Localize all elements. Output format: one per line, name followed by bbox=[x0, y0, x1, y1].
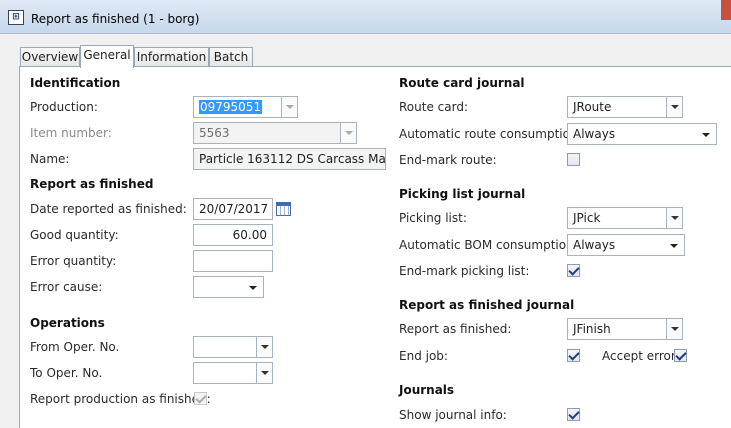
item-number-dropdown-button bbox=[340, 123, 356, 143]
name-field: Particle 163112 DS Carcass Matt MI bbox=[193, 148, 386, 170]
end-mark-route-label: End-mark route: bbox=[399, 153, 497, 167]
from-oper-dropdown-button[interactable] bbox=[256, 337, 272, 357]
auto-bom-consumption-label: Automatic BOM consumption: bbox=[399, 238, 578, 252]
report-as-finished-heading: Report as finished bbox=[30, 177, 154, 191]
end-mark-picking-label: End-mark picking list: bbox=[399, 264, 530, 278]
route-card-dropdown-button[interactable] bbox=[666, 97, 682, 117]
production-field[interactable]: 09795051 bbox=[193, 96, 298, 118]
window-title: Report as finished (1 - borg) bbox=[31, 12, 200, 26]
identification-heading: Identification bbox=[30, 76, 121, 90]
end-mark-picking-checkbox[interactable] bbox=[567, 264, 580, 277]
to-oper-dropdown-button[interactable] bbox=[256, 363, 272, 383]
date-reported-label: Date reported as finished: bbox=[30, 202, 187, 216]
report-finished-journal-heading: Report as finished journal bbox=[399, 298, 575, 312]
auto-route-consumption-select[interactable]: Always bbox=[567, 123, 717, 145]
picking-list-dropdown-button[interactable] bbox=[666, 208, 682, 228]
form-icon: ⊞ bbox=[8, 10, 24, 25]
to-oper-label: To Oper. No. bbox=[30, 366, 103, 380]
error-cause-label: Error cause: bbox=[30, 280, 103, 294]
from-oper-label: From Oper. No. bbox=[30, 340, 120, 354]
report-finished-dropdown-button[interactable] bbox=[666, 319, 682, 339]
error-cause-select[interactable] bbox=[193, 276, 264, 298]
end-job-label: End job: bbox=[399, 349, 448, 363]
from-oper-field[interactable] bbox=[193, 336, 273, 358]
auto-bom-consumption-select[interactable]: Always bbox=[567, 234, 685, 256]
end-mark-route-checkbox[interactable] bbox=[567, 153, 580, 166]
window-title-bar: ⊞ Report as finished (1 - borg) bbox=[0, 0, 731, 34]
calendar-icon[interactable] bbox=[276, 202, 291, 216]
accept-error-label: Accept error: bbox=[602, 349, 680, 363]
picking-list-label: Picking list: bbox=[399, 211, 467, 225]
report-finished-field[interactable]: JFinish bbox=[567, 318, 683, 340]
route-card-journal-heading: Route card journal bbox=[399, 76, 525, 90]
tab-information[interactable]: Information bbox=[134, 47, 209, 67]
to-oper-field[interactable] bbox=[193, 362, 273, 384]
item-number-field: 5563 bbox=[193, 122, 357, 144]
tab-batch[interactable]: Batch bbox=[209, 47, 253, 67]
show-journal-info-checkbox[interactable] bbox=[567, 408, 580, 421]
good-quantity-label: Good quantity: bbox=[30, 228, 119, 242]
journals-heading: Journals bbox=[399, 383, 455, 397]
production-label: Production: bbox=[30, 100, 98, 114]
picking-list-value: JPick bbox=[573, 211, 601, 225]
report-production-checkbox bbox=[194, 392, 207, 405]
picking-list-journal-heading: Picking list journal bbox=[399, 187, 526, 201]
operations-heading: Operations bbox=[30, 316, 105, 330]
show-journal-info-label: Show journal info: bbox=[399, 408, 507, 422]
production-dropdown-button[interactable] bbox=[281, 97, 297, 117]
picking-list-field[interactable]: JPick bbox=[567, 207, 683, 229]
date-reported-field[interactable]: 20/07/2017 bbox=[193, 198, 273, 220]
tab-general[interactable]: General bbox=[80, 45, 134, 68]
accept-error-checkbox[interactable] bbox=[674, 349, 687, 362]
production-value: 09795051 bbox=[199, 100, 263, 114]
error-quantity-field[interactable] bbox=[193, 250, 273, 272]
end-job-checkbox[interactable] bbox=[567, 349, 580, 362]
close-button[interactable] bbox=[721, 0, 731, 20]
name-label: Name: bbox=[30, 152, 70, 166]
item-number-label: Item number: bbox=[30, 126, 112, 140]
auto-route-consumption-label: Automatic route consumption: bbox=[399, 127, 582, 141]
item-number-value: 5563 bbox=[199, 126, 230, 140]
route-card-field[interactable]: JRoute bbox=[567, 96, 683, 118]
report-finished-label: Report as finished: bbox=[399, 322, 512, 336]
report-finished-value: JFinish bbox=[573, 322, 611, 336]
tab-overview[interactable]: Overview bbox=[20, 47, 80, 67]
route-card-label: Route card: bbox=[399, 100, 468, 114]
error-quantity-label: Error quantity: bbox=[30, 254, 117, 268]
report-production-label: Report production as finished: bbox=[30, 392, 211, 406]
route-card-value: JRoute bbox=[573, 100, 612, 114]
good-quantity-field[interactable]: 60.00 bbox=[193, 224, 273, 246]
